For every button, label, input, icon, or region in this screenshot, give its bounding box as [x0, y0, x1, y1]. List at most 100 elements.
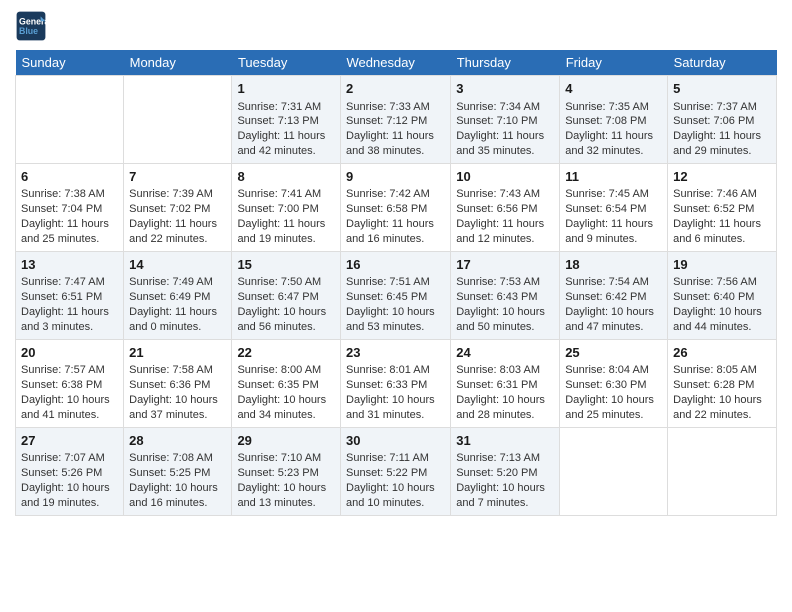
calendar-cell — [124, 76, 232, 164]
day-info: Sunset: 7:08 PM — [565, 114, 662, 129]
day-info: Sunset: 6:51 PM — [21, 290, 118, 305]
day-number: 23 — [346, 344, 445, 362]
day-info: Daylight: 11 hours and 0 minutes. — [129, 305, 226, 335]
page-header: General Blue — [15, 10, 777, 42]
day-info: Sunset: 6:28 PM — [673, 378, 771, 393]
day-info: Sunset: 6:52 PM — [673, 202, 771, 217]
day-info: Sunset: 6:56 PM — [456, 202, 554, 217]
calendar-cell — [668, 427, 777, 515]
day-number: 17 — [456, 256, 554, 274]
day-info: Sunrise: 7:13 AM — [456, 451, 554, 466]
calendar-cell: 5Sunrise: 7:37 AMSunset: 7:06 PMDaylight… — [668, 76, 777, 164]
day-info: Daylight: 11 hours and 12 minutes. — [456, 217, 554, 247]
day-info: Daylight: 10 hours and 7 minutes. — [456, 481, 554, 511]
day-info: Daylight: 10 hours and 37 minutes. — [129, 393, 226, 423]
day-info: Sunrise: 7:51 AM — [346, 275, 445, 290]
day-info: Daylight: 10 hours and 13 minutes. — [237, 481, 335, 511]
day-number: 12 — [673, 168, 771, 186]
day-info: Sunrise: 7:31 AM — [237, 100, 335, 115]
day-info: Sunset: 6:54 PM — [565, 202, 662, 217]
calendar-cell: 31Sunrise: 7:13 AMSunset: 5:20 PMDayligh… — [451, 427, 560, 515]
day-info: Sunrise: 7:34 AM — [456, 100, 554, 115]
day-info: Sunset: 7:00 PM — [237, 202, 335, 217]
day-number: 29 — [237, 432, 335, 450]
day-info: Sunset: 7:02 PM — [129, 202, 226, 217]
week-row-1: 1Sunrise: 7:31 AMSunset: 7:13 PMDaylight… — [16, 76, 777, 164]
day-info: Sunrise: 7:41 AM — [237, 187, 335, 202]
col-header-friday: Friday — [560, 50, 668, 76]
day-info: Sunset: 6:42 PM — [565, 290, 662, 305]
day-info: Daylight: 10 hours and 28 minutes. — [456, 393, 554, 423]
calendar-cell: 12Sunrise: 7:46 AMSunset: 6:52 PMDayligh… — [668, 163, 777, 251]
day-info: Sunrise: 7:11 AM — [346, 451, 445, 466]
day-info: Daylight: 11 hours and 3 minutes. — [21, 305, 118, 335]
calendar-cell: 26Sunrise: 8:05 AMSunset: 6:28 PMDayligh… — [668, 339, 777, 427]
day-info: Sunrise: 7:37 AM — [673, 100, 771, 115]
day-number: 11 — [565, 168, 662, 186]
calendar-cell: 19Sunrise: 7:56 AMSunset: 6:40 PMDayligh… — [668, 251, 777, 339]
day-number: 3 — [456, 80, 554, 98]
day-info: Sunset: 7:04 PM — [21, 202, 118, 217]
day-info: Daylight: 10 hours and 19 minutes. — [21, 481, 118, 511]
day-info: Sunset: 6:36 PM — [129, 378, 226, 393]
day-info: Sunrise: 7:08 AM — [129, 451, 226, 466]
day-number: 18 — [565, 256, 662, 274]
day-number: 7 — [129, 168, 226, 186]
day-info: Daylight: 10 hours and 16 minutes. — [129, 481, 226, 511]
calendar-cell: 29Sunrise: 7:10 AMSunset: 5:23 PMDayligh… — [232, 427, 341, 515]
day-info: Daylight: 10 hours and 10 minutes. — [346, 481, 445, 511]
calendar-cell: 11Sunrise: 7:45 AMSunset: 6:54 PMDayligh… — [560, 163, 668, 251]
col-header-sunday: Sunday — [16, 50, 124, 76]
day-info: Sunset: 5:25 PM — [129, 466, 226, 481]
day-info: Daylight: 10 hours and 50 minutes. — [456, 305, 554, 335]
calendar-cell: 28Sunrise: 7:08 AMSunset: 5:25 PMDayligh… — [124, 427, 232, 515]
day-info: Sunrise: 7:46 AM — [673, 187, 771, 202]
logo: General Blue — [15, 10, 51, 42]
day-info: Sunset: 6:30 PM — [565, 378, 662, 393]
day-info: Sunrise: 7:39 AM — [129, 187, 226, 202]
day-info: Sunset: 7:13 PM — [237, 114, 335, 129]
calendar-cell: 10Sunrise: 7:43 AMSunset: 6:56 PMDayligh… — [451, 163, 560, 251]
day-info: Sunset: 6:43 PM — [456, 290, 554, 305]
day-number: 5 — [673, 80, 771, 98]
calendar-cell — [16, 76, 124, 164]
day-number: 25 — [565, 344, 662, 362]
day-number: 8 — [237, 168, 335, 186]
day-info: Sunset: 6:49 PM — [129, 290, 226, 305]
day-info: Daylight: 10 hours and 41 minutes. — [21, 393, 118, 423]
calendar-cell: 16Sunrise: 7:51 AMSunset: 6:45 PMDayligh… — [341, 251, 451, 339]
day-number: 28 — [129, 432, 226, 450]
day-info: Sunrise: 8:01 AM — [346, 363, 445, 378]
calendar-cell: 25Sunrise: 8:04 AMSunset: 6:30 PMDayligh… — [560, 339, 668, 427]
day-info: Sunset: 6:45 PM — [346, 290, 445, 305]
day-number: 20 — [21, 344, 118, 362]
col-header-saturday: Saturday — [668, 50, 777, 76]
day-info: Sunset: 6:47 PM — [237, 290, 335, 305]
day-info: Daylight: 11 hours and 29 minutes. — [673, 129, 771, 159]
calendar-cell: 3Sunrise: 7:34 AMSunset: 7:10 PMDaylight… — [451, 76, 560, 164]
day-info: Sunrise: 8:03 AM — [456, 363, 554, 378]
col-header-thursday: Thursday — [451, 50, 560, 76]
calendar-cell: 15Sunrise: 7:50 AMSunset: 6:47 PMDayligh… — [232, 251, 341, 339]
calendar-cell: 7Sunrise: 7:39 AMSunset: 7:02 PMDaylight… — [124, 163, 232, 251]
day-number: 4 — [565, 80, 662, 98]
day-info: Sunset: 5:22 PM — [346, 466, 445, 481]
day-info: Daylight: 11 hours and 32 minutes. — [565, 129, 662, 159]
day-info: Sunrise: 7:58 AM — [129, 363, 226, 378]
day-number: 15 — [237, 256, 335, 274]
day-number: 16 — [346, 256, 445, 274]
day-info: Daylight: 11 hours and 9 minutes. — [565, 217, 662, 247]
calendar-cell: 30Sunrise: 7:11 AMSunset: 5:22 PMDayligh… — [341, 427, 451, 515]
day-info: Sunset: 6:40 PM — [673, 290, 771, 305]
day-info: Sunrise: 7:57 AM — [21, 363, 118, 378]
calendar-cell: 17Sunrise: 7:53 AMSunset: 6:43 PMDayligh… — [451, 251, 560, 339]
day-number: 13 — [21, 256, 118, 274]
day-info: Daylight: 11 hours and 38 minutes. — [346, 129, 445, 159]
day-info: Sunset: 6:35 PM — [237, 378, 335, 393]
day-info: Daylight: 11 hours and 42 minutes. — [237, 129, 335, 159]
day-info: Sunset: 5:20 PM — [456, 466, 554, 481]
calendar-cell: 8Sunrise: 7:41 AMSunset: 7:00 PMDaylight… — [232, 163, 341, 251]
day-number: 10 — [456, 168, 554, 186]
day-info: Daylight: 11 hours and 22 minutes. — [129, 217, 226, 247]
day-number: 19 — [673, 256, 771, 274]
